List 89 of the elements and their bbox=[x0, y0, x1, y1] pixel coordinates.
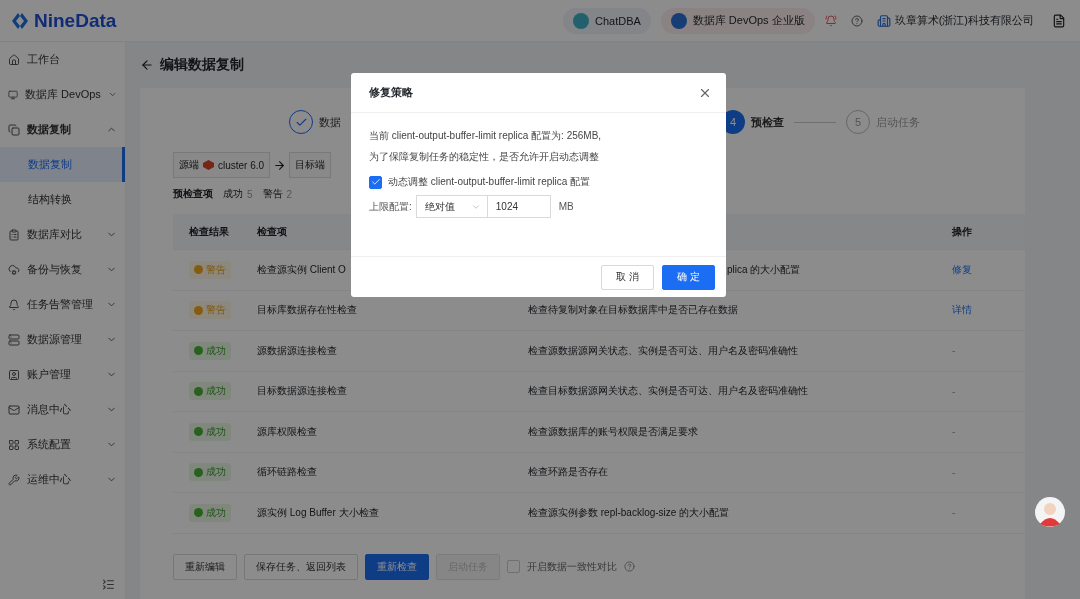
status-tag: 成功 bbox=[189, 503, 231, 522]
menu-icon bbox=[8, 263, 20, 276]
sidebar-item[interactable]: 备份与恢复 bbox=[0, 252, 125, 287]
help-icon[interactable] bbox=[624, 561, 635, 572]
target-endpoint: 目标端 bbox=[289, 152, 332, 178]
table-cell-text: 目标库数据存在性检查 bbox=[257, 303, 358, 318]
menu-icon bbox=[8, 403, 20, 416]
back-icon[interactable] bbox=[140, 58, 154, 72]
table-cell-text: 源数据源连接检查 bbox=[257, 343, 338, 358]
summary-title: 预检查项 bbox=[173, 187, 213, 201]
check-icon bbox=[370, 177, 381, 187]
menu-icon bbox=[8, 298, 20, 311]
action-button[interactable]: 重新编辑 bbox=[173, 553, 237, 580]
help-icon[interactable] bbox=[850, 14, 863, 27]
organization-icon[interactable] bbox=[876, 13, 891, 28]
compare-checkbox[interactable] bbox=[507, 560, 520, 573]
status-tag: 成功 bbox=[189, 382, 231, 401]
arrow-icon bbox=[273, 158, 287, 172]
menu-icon bbox=[8, 88, 18, 101]
dialog-button[interactable]: 确 定 bbox=[662, 264, 715, 290]
column-header: 检查项 bbox=[257, 224, 288, 239]
header-chip[interactable]: 数据库 DevOps 企业版 bbox=[660, 7, 815, 34]
dialog-title: 修复策略 bbox=[369, 85, 413, 100]
table-cell-text: 检查源实例 Client O bbox=[257, 262, 347, 277]
table-cell-text: plica 的大小配置 bbox=[727, 262, 802, 277]
status-tag: 成功 bbox=[189, 463, 231, 482]
sidebar-item[interactable]: 工作台 bbox=[0, 42, 125, 77]
organization-name[interactable]: 玖章算术(浙江)科技有限公司 bbox=[894, 13, 1034, 28]
sidebar-subitem[interactable]: 数据复制 bbox=[0, 147, 125, 182]
table-cell-text: 检查源数据库的账号权限是否满足要求 bbox=[528, 424, 699, 439]
menu-icon bbox=[8, 368, 20, 381]
table-cell-text: 检查源数据源网关状态、实例是否可达、用户名及密码准确性 bbox=[528, 343, 799, 358]
column-header: 操作 bbox=[952, 224, 973, 239]
unit-label: MB bbox=[558, 201, 574, 212]
mode-select[interactable]: 绝对值 bbox=[415, 195, 488, 218]
table-cell-text: 检查源实例参数 repl-backlog-size 的大小配置 bbox=[528, 505, 731, 520]
status-tag: 警告 bbox=[189, 301, 231, 320]
warning-label: 警告 bbox=[262, 187, 283, 201]
table-cell-text: 目标数据源连接检查 bbox=[257, 384, 348, 399]
limit-label: 上限配置: bbox=[369, 199, 412, 214]
sidebar-item[interactable]: 任务告警管理 bbox=[0, 287, 125, 322]
dialog-button[interactable]: 取 消 bbox=[601, 264, 655, 290]
status-tag: 成功 bbox=[189, 341, 231, 360]
step-label: 预检查 bbox=[751, 114, 784, 130]
action-link[interactable]: 详情 bbox=[952, 303, 1025, 318]
sidebar-item[interactable]: 系统配置 bbox=[0, 427, 125, 462]
action-button[interactable]: 保存任务、返回列表 bbox=[244, 553, 358, 580]
database-icon bbox=[203, 160, 214, 170]
status-tag: 成功 bbox=[189, 422, 231, 441]
sidebar-item[interactable]: 消息中心 bbox=[0, 392, 125, 427]
sidebar-item[interactable]: 运维中心 bbox=[0, 462, 125, 497]
sidebar-item[interactable]: 账户管理 bbox=[0, 357, 125, 392]
menu-icon bbox=[8, 228, 20, 241]
table-cell-text: 循环链路检查 bbox=[257, 465, 318, 480]
collapse-menu-icon[interactable] bbox=[102, 578, 115, 591]
table-cell-text: 检查目标数据源网关状态、实例是否可达、用户名及密码准确性 bbox=[528, 384, 809, 399]
dialog-text: 为了保障复制任务的稳定性，是否允许开启动态调整 bbox=[369, 150, 600, 164]
menu-icon bbox=[8, 333, 20, 346]
step-label: 数据 bbox=[319, 114, 341, 130]
menu-icon bbox=[8, 53, 20, 66]
table-cell-text: 检查待复制对象在目标数据库中是否已存在数据 bbox=[528, 303, 739, 318]
header-chip[interactable]: ChatDBA bbox=[562, 7, 651, 34]
checkbox-label: 动态调整 client-output-buffer-limit replica 配置 bbox=[388, 175, 591, 189]
sidebar-subitem[interactable]: 结构转换 bbox=[0, 182, 125, 217]
sidebar-item[interactable]: 数据库对比 bbox=[0, 217, 125, 252]
warning-count: 2 bbox=[286, 188, 293, 200]
source-endpoint: 源端 cluster 6.0 bbox=[173, 152, 271, 178]
dialog-text: 当前 client-output-buffer-limit replica 配置为: 256MB, bbox=[369, 129, 603, 143]
table-cell-text: 源实例 Log Buffer 大小检查 bbox=[257, 505, 380, 520]
menu-icon bbox=[8, 123, 20, 136]
table-cell-text: 检查环路是否存在 bbox=[528, 465, 609, 480]
page-title: 编辑数据复制 bbox=[160, 56, 244, 74]
sidebar-item[interactable]: 数据库 DevOps bbox=[0, 77, 125, 112]
adjust-checkbox[interactable] bbox=[369, 175, 382, 189]
sidebar-item[interactable]: 数据复制 bbox=[0, 112, 125, 147]
menu-icon bbox=[8, 473, 20, 486]
limit-input[interactable]: 1024 bbox=[487, 195, 551, 218]
action-button[interactable]: 重新检查 bbox=[365, 553, 429, 580]
sidebar-item[interactable]: 数据源管理 bbox=[0, 322, 125, 357]
column-header: 检查结果 bbox=[189, 224, 230, 239]
status-tag: 警告 bbox=[189, 260, 231, 279]
menu-icon bbox=[8, 438, 20, 451]
document-icon[interactable] bbox=[1052, 13, 1066, 28]
action-link[interactable]: 修复 bbox=[952, 262, 1025, 277]
avatar-icon[interactable] bbox=[1035, 497, 1065, 527]
table-cell-text: 源库权限检查 bbox=[257, 424, 318, 439]
app-logo[interactable]: NineData bbox=[10, 9, 117, 32]
notification-icon[interactable] bbox=[824, 14, 837, 27]
success-label: 成功 bbox=[223, 187, 243, 201]
